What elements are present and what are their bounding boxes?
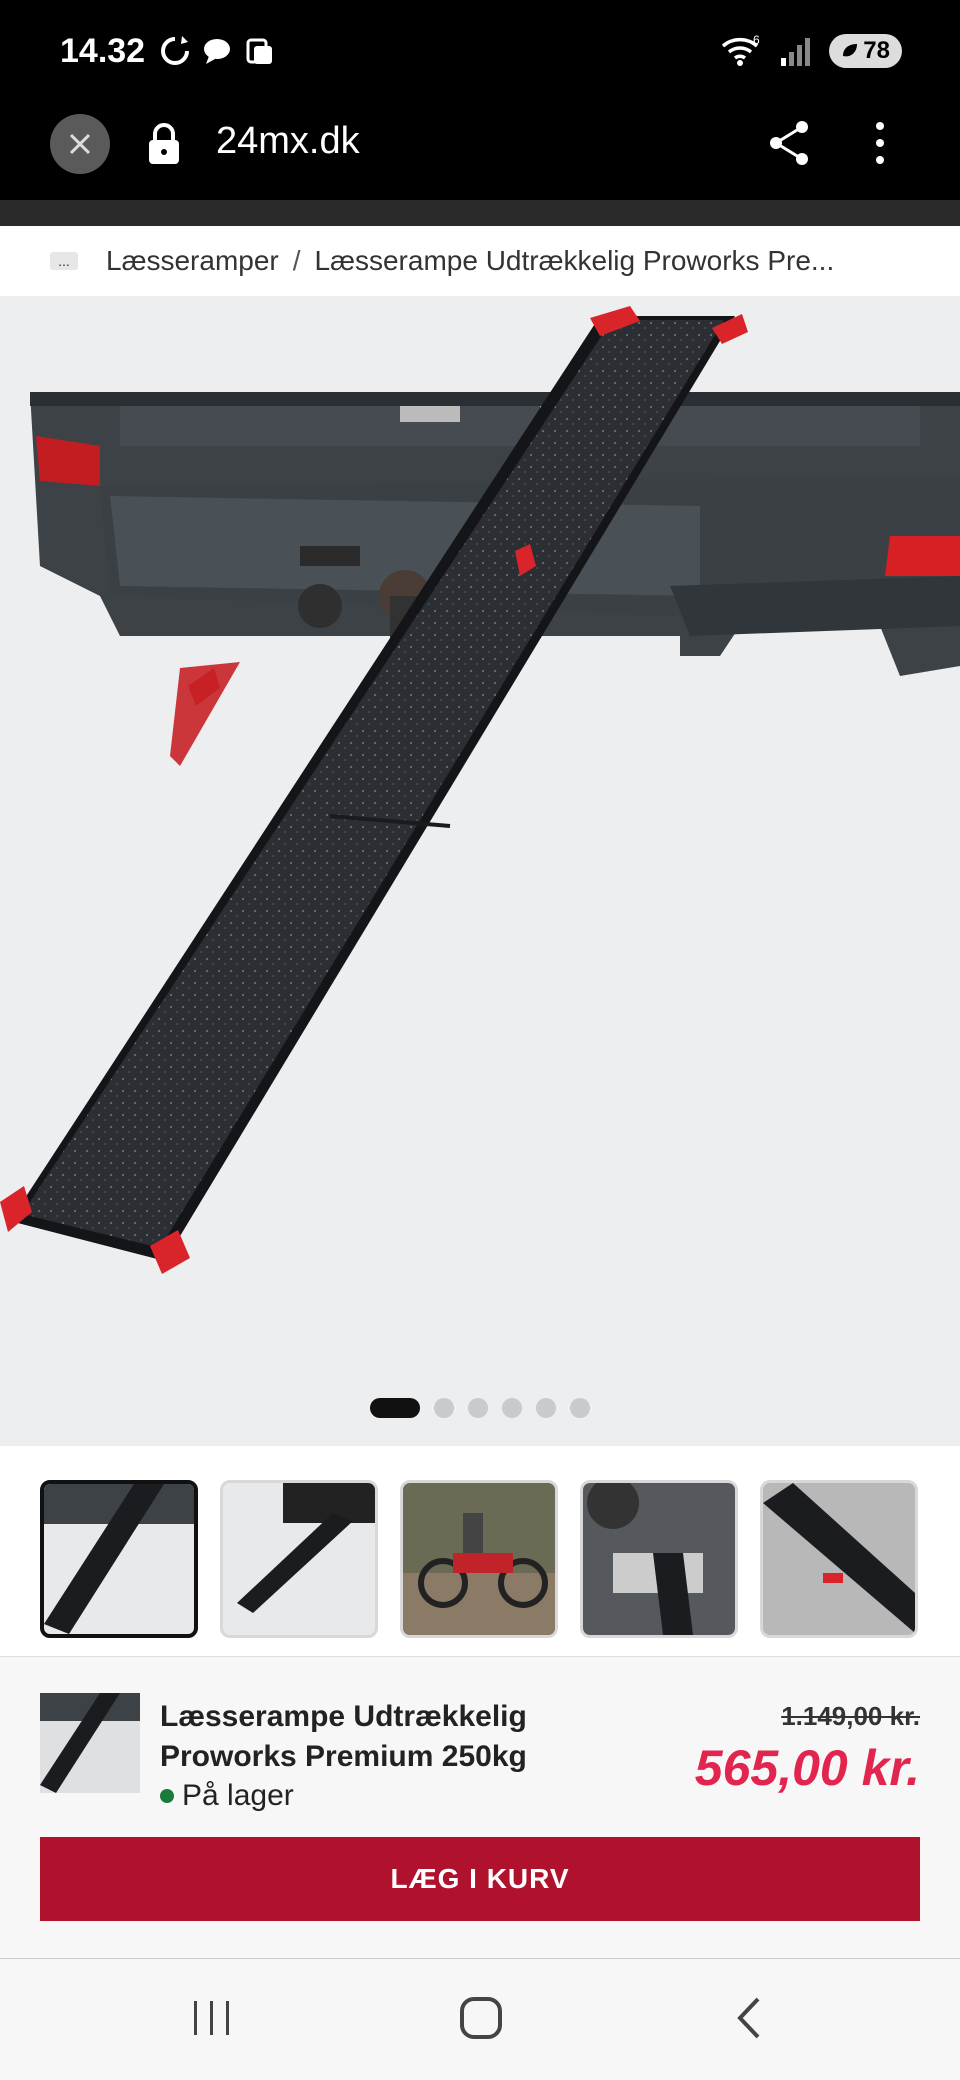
status-right: 6 78	[719, 34, 902, 68]
status-time: 14.32	[60, 32, 146, 70]
product-image	[0, 306, 960, 1274]
product-thumbnail	[40, 1693, 140, 1793]
breadcrumb-separator: /	[292, 245, 301, 276]
status-bar: 14.32 6 78	[0, 0, 960, 104]
thumbnail-4[interactable]	[580, 1480, 738, 1638]
thumbnail-strip	[0, 1446, 960, 1656]
battery-level: 78	[863, 37, 890, 64]
close-icon	[69, 133, 91, 155]
site-header-strip	[0, 200, 960, 226]
signal-icon	[781, 38, 811, 66]
breadcrumb-item-category[interactable]: Læsseramper	[106, 245, 279, 277]
thumbnail-5[interactable]	[760, 1480, 918, 1638]
system-navigation-bar	[0, 1958, 960, 2080]
product-title: Læsserampe Udtrækkelig Proworks Premium …	[160, 1700, 527, 1773]
carousel-dot[interactable]	[370, 1398, 420, 1418]
breadcrumb: ... Læsseramper / Læsserampe Udtrækkelig…	[0, 226, 960, 296]
svg-text:6: 6	[753, 34, 760, 47]
message-icon	[242, 34, 276, 68]
battery-leaf-icon	[843, 44, 858, 57]
carousel-dot[interactable]	[536, 1398, 556, 1418]
breadcrumb-more-button[interactable]: ...	[50, 252, 78, 270]
battery-indicator: 78	[829, 34, 902, 68]
stock-status: På lager	[160, 1779, 294, 1813]
share-icon[interactable]	[766, 118, 812, 168]
thumbnail-2[interactable]	[220, 1480, 378, 1638]
chat-icon	[200, 34, 234, 68]
add-to-cart-panel: Læsserampe Udtrækkelig Proworks Premium …	[0, 1656, 960, 1958]
home-icon[interactable]	[456, 1993, 506, 2043]
back-icon[interactable]	[730, 1993, 770, 2043]
notification-icons	[158, 34, 276, 68]
thumbnail-1[interactable]	[40, 1480, 198, 1638]
product-image-carousel[interactable]	[0, 296, 960, 1446]
stock-label: På lager	[182, 1779, 294, 1812]
thumbnail-3[interactable]	[400, 1480, 558, 1638]
wifi-icon: 6	[722, 34, 760, 66]
in-stock-icon	[160, 1789, 174, 1803]
recent-apps-icon[interactable]	[190, 1993, 234, 2043]
sync-icon	[158, 34, 192, 68]
carousel-indicators	[0, 1398, 960, 1418]
current-price: 565,00 kr.	[694, 1740, 920, 1796]
add-to-cart-button[interactable]: LÆG I KURV	[40, 1837, 920, 1921]
carousel-dot[interactable]	[570, 1398, 590, 1418]
url-text[interactable]: 24mx.dk	[216, 120, 360, 163]
carousel-dot[interactable]	[468, 1398, 488, 1418]
more-options-icon[interactable]	[860, 118, 900, 168]
close-tab-button[interactable]	[50, 114, 110, 174]
old-price: 1.149,00 kr.	[781, 1701, 920, 1731]
carousel-dot[interactable]	[434, 1398, 454, 1418]
lock-icon[interactable]	[146, 122, 182, 166]
carousel-dot[interactable]	[502, 1398, 522, 1418]
breadcrumb-item-current: Læsserampe Udtrækkelig Proworks Pre...	[314, 245, 835, 276]
browser-toolbar: 24mx.dk	[0, 104, 960, 200]
